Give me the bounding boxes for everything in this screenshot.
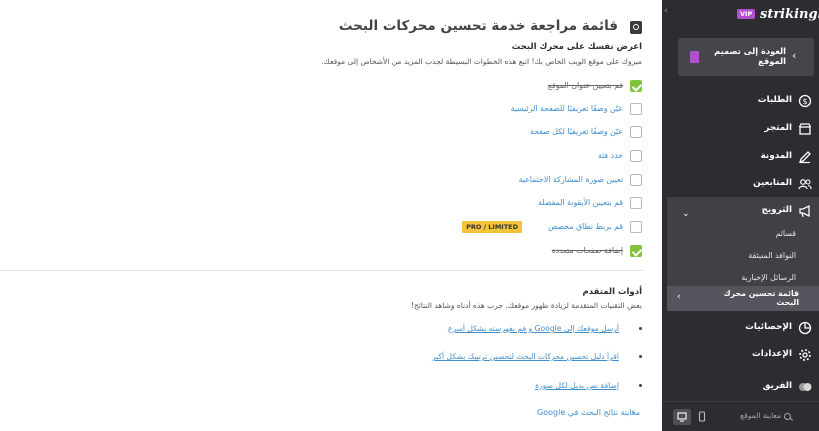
sidebar-item-orders[interactable]: $ الطلبات [662,89,819,111]
sidebar-subitem-popups[interactable]: النوافذ المنبثقة [748,251,796,260]
sidebar-subitem-seo-checklist[interactable]: قائمة تحسين محرك البحث ‹ [667,286,819,311]
sidebar-item-promotion[interactable]: الترويج ⌄ [662,199,819,221]
sidebar-subitem-newsletters[interactable]: الرسائل الإخبارية [741,273,796,282]
bullet [639,327,642,330]
checklist-link[interactable]: تعيين صورة المشاركة الاجتماعية [519,174,623,186]
sidebar-item-label: المتابعين [753,178,792,188]
brand-logo: strikingly [760,7,819,22]
gear-icon [798,347,812,361]
desktop-preview-button[interactable] [673,409,691,425]
search-icon [784,413,791,420]
checklist-link[interactable]: قم بربط نطاق مخصص [548,221,623,233]
checkbox[interactable] [630,174,642,186]
sidebar-item-followers[interactable]: المتابعين [662,172,819,194]
checklist-item-category[interactable]: حدد فئة [312,150,642,164]
section-heading: اعرض نفسك على محرك البحث [511,42,642,52]
users-icon [798,176,812,190]
sidebar-item-label: الطلبات [757,95,792,105]
sidebar-item-label: المتجر [764,123,792,133]
mobile-preview-button[interactable] [693,409,711,425]
team-icon [798,379,812,393]
checkbox-checked[interactable] [630,245,642,257]
checkbox[interactable] [630,126,642,138]
sidebar-subitem-label: قائمة تحسين محرك البحث [723,289,799,307]
bullet [639,384,642,387]
checklist-item-multiple-pages[interactable]: إضافة صفحات متعددة [312,245,642,259]
checklist-link[interactable]: عيّن وصفًا تعريفيًا لكل صفحة [530,126,623,138]
sidebar-item-store[interactable]: المتجر [662,117,819,139]
sidebar-item-label: المدونة [760,151,792,161]
checkbox[interactable] [630,150,642,162]
chevron-left-icon: ‹ [792,49,797,62]
section-description: مبروك على موقع الويب الخاص بك! اتبع هذه … [321,57,642,66]
sidebar-item-team[interactable]: الفريق [662,375,819,397]
chevron-down-icon: ⌄ [682,209,690,219]
checklist-link[interactable]: قم بتعيين الأيقونة المفضلة [538,197,623,209]
dollar-circle-icon: $ [798,93,812,108]
sidebar-item-blog[interactable]: المدونة [662,145,819,167]
pen-icon [798,149,812,164]
tool-item[interactable]: اقرأ دليل تحسين محركات البحث لتحسين ترتي… [412,351,642,363]
tool-link-submit-google[interactable]: أرسل موقعك إلى Google و قم بفهرسته بشكل … [448,323,619,335]
checklist-label: إضافة صفحات متعددة [551,246,623,255]
vip-badge: VIP [737,9,756,19]
checkbox[interactable] [630,103,642,115]
sidebar-item-statistics[interactable]: الإحصائيات [662,316,819,338]
checklist-item-homepage-description[interactable]: عيّن وصفًا تعريفيًا للصفحة الرئيسية [312,103,642,117]
chevron-left-icon: ‹ [677,292,681,302]
sidebar-item-settings[interactable]: الإعدادات [662,343,819,365]
preview-bar: معاينة الموقع [662,401,819,431]
back-to-site-design-button[interactable]: ‹ العودة إلى تصميم الموقع [678,38,814,76]
sidebar-subitem-coupons[interactable]: قسائم [776,229,796,238]
seo-search-icon [630,21,642,34]
collapse-sidebar-icon[interactable]: ‹ [664,6,668,16]
advanced-tools-description: بعض التقنيات المتقدمة لزيادة ظهور موقعك.… [410,301,642,310]
megaphone-icon [798,203,812,218]
checklist-link[interactable]: عيّن وصفًا تعريفيًا للصفحة الرئيسية [511,103,623,115]
tool-link-seo-guide[interactable]: اقرأ دليل تحسين محركات البحث لتحسين ترتي… [432,351,619,363]
back-button-label: العودة إلى تصميم الموقع [714,46,786,66]
tool-item[interactable]: أرسل موقعك إلى Google و قم بفهرسته بشكل … [412,323,642,335]
advanced-tools-heading: أدوات المتقدم [582,287,642,297]
sidebar-item-label: الإحصائيات [745,322,792,332]
bullet [639,355,642,358]
checkbox[interactable] [630,197,642,209]
sidebar: ‹ VIP strikingly ‹ العودة إلى تصميم المو… [662,0,819,431]
checklist-item-custom-domain[interactable]: قم بربط نطاق مخصص PRO / LIMITED [312,221,642,235]
preview-site-label[interactable]: معاينة الموقع [740,411,781,420]
pie-chart-icon [798,320,812,335]
checklist-item-page-description[interactable]: عيّن وصفًا تعريفيًا لكل صفحة [312,126,642,140]
checklist-label: قم بتعيين عنوان الموقع [547,81,623,90]
checklist-item-favicon[interactable]: قم بتعيين الأيقونة المفضلة [312,197,642,211]
section-divider [0,270,643,271]
page-icon [690,51,699,63]
main-content: قائمة مراجعة خدمة تحسين محركات البحث اعر… [0,0,662,431]
checklist-item-site-title[interactable]: قم بتعيين عنوان الموقع [312,80,642,94]
page-title: قائمة مراجعة خدمة تحسين محركات البحث [338,18,618,34]
tool-item[interactable]: إضافة نص بديل لكل صورة [412,380,642,392]
sidebar-item-label: الفريق [762,381,792,391]
google-preview-link[interactable]: معاينة نتائج البحث في Google [537,408,640,417]
checkbox[interactable] [630,221,642,233]
checklist-item-social-image[interactable]: تعيين صورة المشاركة الاجتماعية [312,174,642,188]
checklist-link[interactable]: حدد فئة [598,150,623,162]
sidebar-item-label: الترويج [761,205,793,215]
checkbox-checked[interactable] [630,80,642,92]
tool-link-alt-text[interactable]: إضافة نص بديل لكل صورة [535,380,619,392]
store-icon [798,121,812,135]
sidebar-item-label: الإعدادات [751,349,792,359]
svg-text:$: $ [802,97,807,106]
pro-limited-badge: PRO / LIMITED [462,221,522,233]
